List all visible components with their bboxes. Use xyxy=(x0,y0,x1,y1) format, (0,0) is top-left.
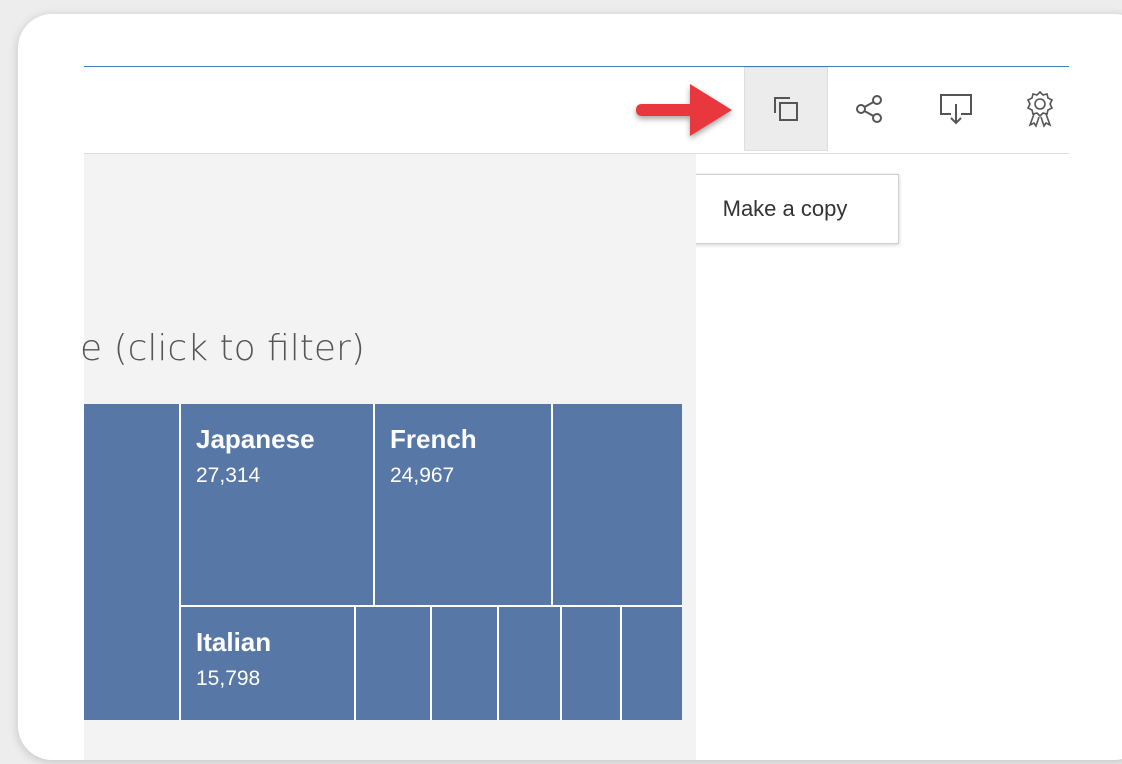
treemap: Japanese 27,314 French 24,967 Italian 15… xyxy=(84,404,682,720)
treemap-tile[interactable] xyxy=(553,404,682,605)
make-copy-tooltip: Make a copy xyxy=(671,174,899,244)
tooltip-label: Make a copy xyxy=(722,196,848,221)
tile-label: Japanese xyxy=(196,424,315,454)
tile-label: Italian xyxy=(196,627,272,657)
tile-value: 27,314 xyxy=(196,464,261,487)
tile-value: 15,798 xyxy=(196,667,261,690)
dashboard-window: Make a copy e (click to filter) Japanese… xyxy=(18,14,1122,760)
treemap-tile[interactable] xyxy=(432,607,497,720)
red-arrow-icon xyxy=(636,84,732,136)
toolbar xyxy=(84,67,1069,154)
make-copy-button[interactable] xyxy=(744,67,828,151)
tile-value: 24,967 xyxy=(390,464,455,487)
treemap-tile-japanese[interactable]: Japanese 27,314 xyxy=(181,404,373,605)
award-icon xyxy=(1026,90,1054,128)
download-icon xyxy=(940,94,972,125)
metrics-button[interactable] xyxy=(998,67,1082,151)
treemap-tile[interactable] xyxy=(356,607,430,720)
treemap-tile-italian[interactable]: Italian 15,798 xyxy=(181,607,354,720)
copy-icon xyxy=(774,97,798,121)
share-button[interactable] xyxy=(828,67,912,151)
treemap-title: e (click to filter) xyxy=(80,328,365,369)
tile-label: French xyxy=(390,424,477,454)
share-icon xyxy=(856,95,882,123)
download-button[interactable] xyxy=(914,67,998,151)
treemap-tile[interactable] xyxy=(499,607,560,720)
treemap-tile[interactable] xyxy=(622,607,682,720)
treemap-tile[interactable] xyxy=(84,404,179,720)
treemap-tile[interactable] xyxy=(562,607,620,720)
treemap-tile-french[interactable]: French 24,967 xyxy=(375,404,551,605)
